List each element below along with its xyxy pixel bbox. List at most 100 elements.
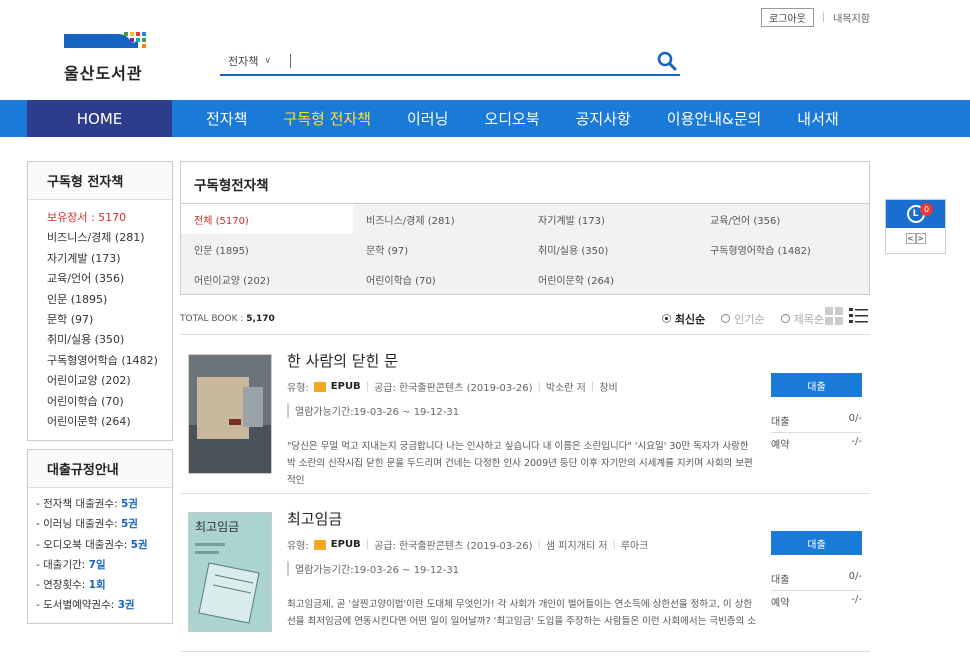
nav-item-subscription-ebook[interactable]: 구독형 전자책 — [265, 100, 389, 137]
category-tab[interactable]: 어린이교양 (202) — [181, 264, 353, 294]
library-logo[interactable]: 울산도서관 — [64, 30, 159, 84]
category-tab[interactable]: 구독형영어학습 (1482) — [697, 234, 869, 264]
loan-rule-item: - 오디오북 대출권수: 5권 — [36, 538, 148, 551]
category-tab[interactable]: 취미/실용 (350) — [525, 234, 697, 264]
nav-item-ebook[interactable]: 전자책 — [188, 100, 265, 137]
nav-item-notice[interactable]: 공지사항 — [558, 100, 649, 137]
svg-text:최고임금: 최고임금 — [195, 520, 239, 534]
widget-header[interactable]: L 0 — [886, 200, 945, 228]
nav-item-my-library[interactable]: 내서재 — [779, 100, 856, 137]
divider: | — [821, 12, 826, 23]
category-panel-title: 구독형전자책 — [181, 162, 869, 204]
book-item: 최고임금 최고임금 유형: EPUB | 공급: 한국출판콘텐츠 (2019-0… — [180, 494, 870, 652]
chevron-down-icon: ∨ — [264, 56, 271, 66]
sidebar-item[interactable]: 인문 (1895) — [47, 290, 172, 310]
list-toolbar: TOTAL BOOK : 5,170 최신순 인기순 제목순 — [180, 303, 870, 335]
nav-item-audiobook[interactable]: 오디오북 — [466, 100, 557, 137]
book-description: "당신은 무얼 먹고 지내는지 궁금합니다 나는 인사하고 싶습니다 내 이름은… — [287, 441, 753, 486]
search-icon — [657, 51, 677, 71]
loan-count: 대출 0/- — [771, 571, 862, 591]
book-cover[interactable] — [188, 354, 272, 474]
book-meta: 유형: EPUB | 공급: 한국출판콘텐츠 (2019-03-26) | 박소… — [287, 381, 618, 394]
count-badge: 0 — [920, 203, 933, 216]
book-description: 최고임금제, 곧 '살찐고양이법'이란 도대체 무엇인가! 각 사회가 개인이 … — [287, 599, 757, 627]
sidebar-category-box: 구독형 전자책 보유장서 : 5170 비즈니스/경제 (281) 자기계발 (… — [27, 161, 173, 441]
sidebar-item[interactable]: 어린이문학 (264) — [47, 412, 172, 432]
grid-view-icon[interactable] — [825, 307, 843, 325]
widget-pager: < > — [886, 233, 945, 244]
reserve-count: 예약 -/- — [771, 436, 862, 451]
prev-button[interactable]: < — [905, 233, 916, 244]
next-button[interactable]: > — [915, 233, 926, 244]
loan-button[interactable]: 대출 — [771, 531, 862, 555]
logout-button[interactable]: 로그아웃 — [761, 8, 814, 27]
book-meta: 유형: EPUB | 공급: 한국출판콘텐츠 (2019-03-26) | 샘 … — [287, 539, 649, 552]
loan-rules-box: 대출규정안내 - 전자책 대출권수: 5권 - 이러닝 대출권수: 5권 - 오… — [27, 449, 173, 624]
search-category-label: 전자책 — [228, 55, 259, 68]
sidebar-item[interactable]: 구독형영어학습 (1482) — [47, 351, 172, 371]
recent-view-widget: L 0 < > — [885, 199, 946, 254]
sidebar-item[interactable]: 어린이학습 (70) — [47, 392, 172, 412]
book-title[interactable]: 한 사람의 닫힌 문 — [287, 350, 398, 371]
book-cover-image — [189, 355, 271, 473]
search-button[interactable] — [654, 48, 680, 74]
loan-rules-title: 대출규정안내 — [28, 450, 172, 488]
loan-rules-list: - 전자책 대출권수: 5권 - 이러닝 대출권수: 5권 - 오디오북 대출권… — [28, 488, 172, 622]
top-links: 로그아웃 | 내목지함 — [761, 8, 870, 27]
category-panel: 구독형전자책 전체 (5170) 비즈니스/경제 (281) 자기계발 (173… — [180, 161, 870, 295]
book-cover[interactable]: 최고임금 — [188, 512, 272, 632]
category-tab[interactable]: 인문 (1895) — [181, 234, 353, 264]
search-category-select[interactable]: 전자책 ∨ — [220, 53, 290, 69]
sidebar-item[interactable]: 문학 (97) — [47, 310, 172, 330]
sort-popular[interactable]: 인기순 — [721, 311, 765, 327]
epub-icon — [313, 381, 326, 392]
radio-icon — [780, 314, 790, 323]
search-divider — [290, 54, 291, 68]
list-view-icon[interactable] — [849, 307, 868, 325]
book-item: 한 사람의 닫힌 문 유형: EPUB | 공급: 한국출판콘텐츠 (2019-… — [180, 336, 870, 494]
loan-rule-item: - 도서별예약권수: 3권 — [36, 599, 135, 612]
sort-title[interactable]: 제목순 — [780, 311, 824, 327]
sidebar-title: 구독형 전자책 — [28, 162, 172, 200]
category-tab[interactable]: 자기계발 (173) — [525, 204, 697, 234]
sidebar-item[interactable]: 어린이교양 (202) — [47, 371, 172, 391]
loan-count: 대출 0/- — [771, 413, 862, 433]
epub-icon — [313, 539, 326, 550]
book-period: 열람가능기간:19-03-26 ~ 19-12-31 — [287, 561, 459, 576]
search-bar: 전자책 ∨ — [220, 48, 680, 76]
my-library-link[interactable]: 내목지함 — [833, 10, 870, 25]
book-period: 열람가능기간:19-03-26 ~ 19-12-31 — [287, 403, 459, 418]
total-count: TOTAL BOOK : 5,170 — [180, 313, 275, 324]
logo-text: 울산도서관 — [64, 64, 143, 83]
category-tab[interactable]: 어린이학습 (70) — [353, 264, 525, 294]
radio-icon — [661, 314, 671, 323]
main-nav: HOME 전자책 구독형 전자책 이러닝 오디오북 공지사항 이용안내&문의 내… — [0, 100, 970, 137]
category-tab[interactable]: 교육/언어 (356) — [697, 204, 869, 234]
sidebar-item[interactable]: 비즈니스/경제 (281) — [47, 228, 172, 248]
search-input[interactable] — [297, 49, 654, 73]
category-tab[interactable]: 어린이문학 (264) — [525, 264, 697, 294]
nav-item-elearning[interactable]: 이러닝 — [389, 100, 466, 137]
sidebar-list: 보유장서 : 5170 비즈니스/경제 (281) 자기계발 (173) 교육/… — [28, 200, 172, 438]
book-title[interactable]: 최고임금 — [287, 508, 342, 529]
loan-button[interactable]: 대출 — [771, 373, 862, 397]
sidebar-item[interactable]: 교육/언어 (356) — [47, 269, 172, 289]
sidebar-item[interactable]: 취미/실용 (350) — [47, 330, 172, 350]
loan-rule-item: - 대출기간: 7일 — [36, 558, 106, 571]
category-tab-all[interactable]: 전체 (5170) — [181, 204, 353, 234]
book-cover-image: 최고임금 — [189, 513, 271, 631]
nav-item-guide[interactable]: 이용안내&문의 — [649, 100, 780, 137]
nav-home[interactable]: HOME — [27, 100, 172, 137]
radio-icon — [721, 314, 731, 323]
sidebar-item[interactable]: 자기계발 (173) — [47, 249, 172, 269]
reserve-count: 예약 -/- — [771, 594, 862, 609]
loan-rule-item: - 이러닝 대출권수: 5권 — [36, 518, 138, 531]
sort-options: 최신순 인기순 제목순 — [661, 311, 824, 327]
logo-mark-icon — [64, 32, 146, 48]
category-tab[interactable]: 비즈니스/경제 (281) — [353, 204, 525, 234]
category-tab[interactable]: 문학 (97) — [353, 234, 525, 264]
loan-rule-item: - 연장횟수: 1회 — [36, 579, 106, 592]
sort-latest[interactable]: 최신순 — [661, 311, 705, 327]
sidebar-item-total[interactable]: 보유장서 : 5170 — [47, 208, 172, 228]
loan-rule-item: - 전자책 대출권수: 5권 — [36, 498, 138, 510]
